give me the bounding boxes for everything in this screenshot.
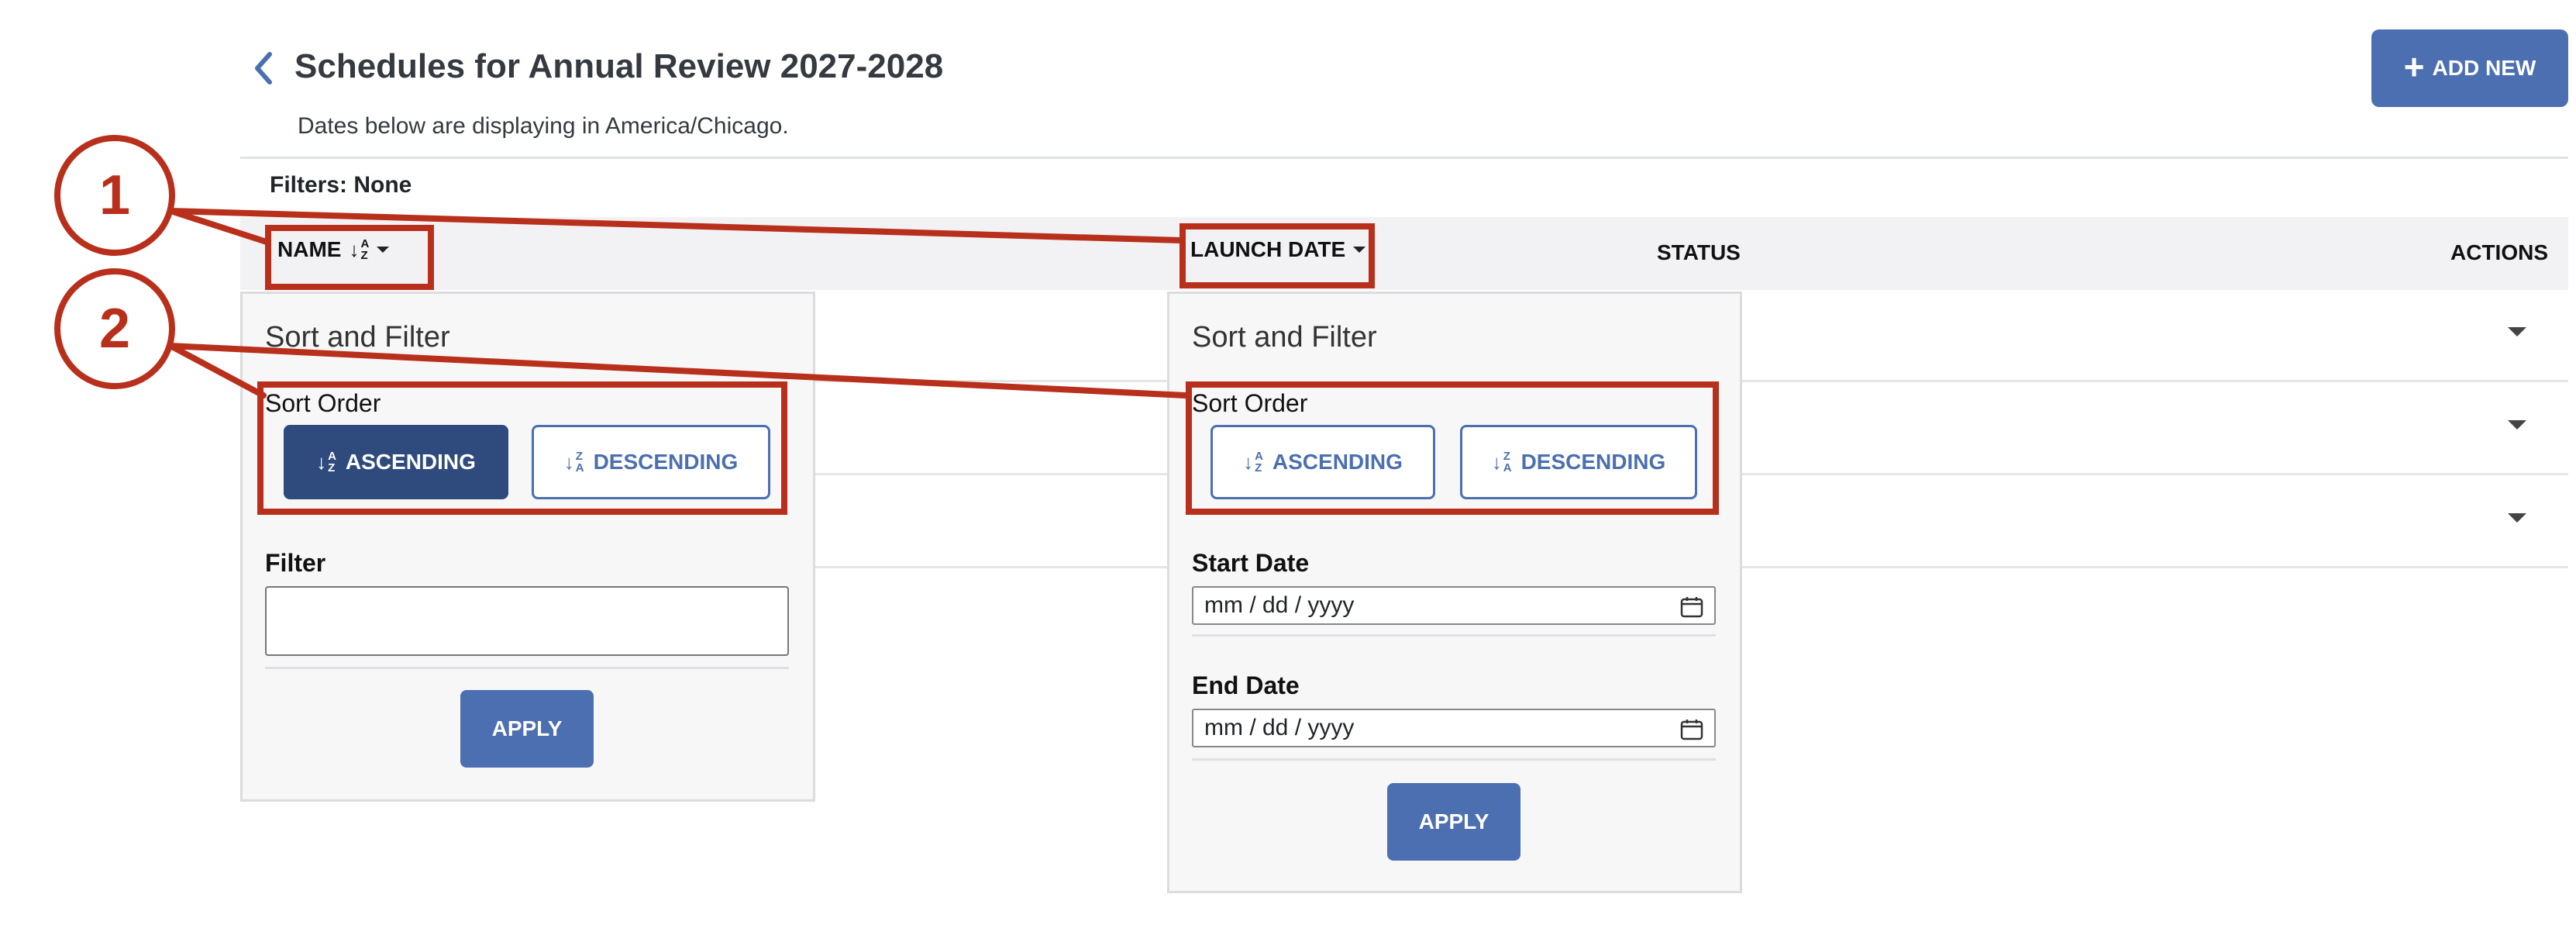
callout-1-number: 1 xyxy=(98,164,131,226)
highlight-name-header xyxy=(265,225,434,290)
highlight-launch-date-header xyxy=(1180,223,1375,288)
highlight-launch-date-sort-order xyxy=(1186,381,1719,515)
callout-2-number: 2 xyxy=(98,298,131,360)
highlight-name-sort-order xyxy=(257,381,787,515)
callout-2-leader-name xyxy=(167,343,267,399)
